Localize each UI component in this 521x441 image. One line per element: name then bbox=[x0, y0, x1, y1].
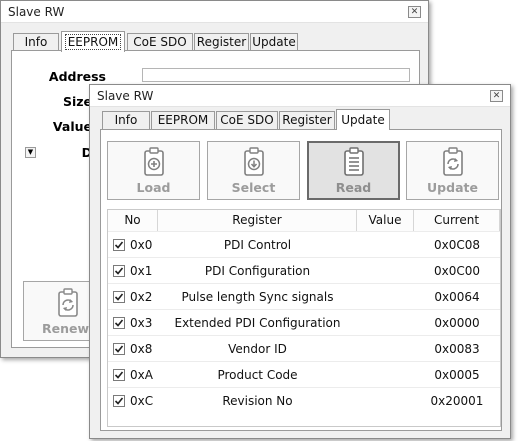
dropdown-arrow-button[interactable]: ▼ bbox=[25, 147, 36, 158]
update-button[interactable]: Update bbox=[406, 141, 499, 200]
register-table[interactable]: No Register Value Current 0x0 PDI Control… bbox=[107, 209, 501, 427]
cell-no: 0x8 bbox=[130, 342, 153, 356]
checkmark-icon bbox=[114, 319, 124, 327]
load-button-label: Load bbox=[136, 180, 171, 195]
cell-no: 0xA bbox=[130, 368, 153, 382]
back-window-titlebar[interactable]: Slave RW ✕ bbox=[1, 1, 428, 23]
table-row[interactable]: 0xA Product Code 0x0005 bbox=[108, 361, 500, 387]
cell-no: 0x2 bbox=[130, 290, 153, 304]
checkmark-icon bbox=[114, 371, 124, 379]
cell-register: Extended PDI Configuration bbox=[174, 316, 341, 330]
cell-current: 0x0C08 bbox=[433, 238, 481, 252]
cell-register: Product Code bbox=[217, 368, 298, 382]
select-button-label: Select bbox=[231, 180, 276, 195]
read-button-label: Read bbox=[335, 180, 372, 195]
table-row[interactable]: 0x1 PDI Configuration 0x0C00 bbox=[108, 257, 500, 283]
table-row[interactable]: 0x8 Vendor ID 0x0083 bbox=[108, 335, 500, 361]
list-clipboard-icon bbox=[343, 147, 364, 176]
column-header-no[interactable]: No bbox=[108, 210, 158, 231]
cell-current: 0x0083 bbox=[434, 342, 480, 356]
cell-no: 0x3 bbox=[130, 316, 153, 330]
back-tab-info[interactable]: Info bbox=[13, 33, 59, 51]
cell-value[interactable] bbox=[357, 284, 414, 310]
cell-value[interactable] bbox=[357, 310, 414, 336]
back-window-title: Slave RW bbox=[8, 5, 65, 19]
back-window-close-button[interactable]: ✕ bbox=[408, 6, 421, 18]
cell-no: 0x0 bbox=[130, 238, 153, 252]
cell-value[interactable] bbox=[357, 362, 414, 388]
cell-register: PDI Configuration bbox=[204, 264, 311, 278]
checkmark-icon bbox=[114, 241, 124, 249]
update-button-label: Update bbox=[427, 180, 478, 195]
cell-current: 0x0000 bbox=[434, 316, 480, 330]
front-tab-eeprom[interactable]: EEPROM bbox=[151, 111, 215, 129]
table-header: No Register Value Current bbox=[108, 210, 500, 231]
back-tab-eeprom[interactable]: EEPROM bbox=[61, 31, 125, 52]
cell-register: Vendor ID bbox=[228, 342, 287, 356]
add-clipboard-icon bbox=[143, 147, 164, 176]
cell-value[interactable] bbox=[357, 388, 414, 414]
load-button[interactable]: Load bbox=[107, 141, 200, 200]
row-checkbox[interactable] bbox=[113, 369, 125, 381]
table-row[interactable]: 0xC Revision No 0x20001 bbox=[108, 387, 500, 413]
cell-current: 0x0C00 bbox=[433, 264, 481, 278]
front-slave-rw-window: Slave RW ✕ Info EEPROM CoE SDO Register … bbox=[89, 84, 511, 439]
column-header-value[interactable]: Value bbox=[357, 210, 414, 231]
front-tab-info[interactable]: Info bbox=[102, 111, 150, 129]
cell-value[interactable] bbox=[357, 258, 414, 284]
cell-register: Pulse length Sync signals bbox=[181, 290, 334, 304]
refresh-clipboard-icon bbox=[442, 147, 463, 176]
front-tab-panel: Load Select Read Update No Register Valu… bbox=[100, 129, 502, 431]
back-tab-register[interactable]: Register bbox=[194, 33, 249, 51]
checkmark-icon bbox=[114, 397, 124, 405]
cell-value[interactable] bbox=[357, 232, 414, 258]
back-tab-update[interactable]: Update bbox=[250, 33, 298, 51]
column-header-current[interactable]: Current bbox=[414, 210, 500, 231]
select-button[interactable]: Select bbox=[207, 141, 300, 200]
front-tab-register[interactable]: Register bbox=[279, 111, 335, 129]
row-checkbox[interactable] bbox=[113, 317, 125, 329]
cell-value[interactable] bbox=[357, 336, 414, 362]
size-label: Size bbox=[62, 94, 92, 109]
table-row[interactable]: 0x0 PDI Control 0x0C08 bbox=[108, 231, 500, 257]
column-header-register[interactable]: Register bbox=[158, 210, 357, 231]
checkmark-icon bbox=[114, 267, 124, 275]
row-checkbox[interactable] bbox=[113, 239, 125, 251]
table-row[interactable]: 0x3 Extended PDI Configuration 0x0000 bbox=[108, 309, 500, 335]
cell-current: 0x0064 bbox=[434, 290, 480, 304]
cell-current: 0x20001 bbox=[430, 394, 484, 408]
address-label: Address bbox=[48, 69, 106, 84]
read-button[interactable]: Read bbox=[307, 141, 400, 200]
cell-current: 0x0005 bbox=[434, 368, 480, 382]
checkmark-icon bbox=[114, 293, 124, 301]
front-window-close-button[interactable]: ✕ bbox=[490, 90, 503, 102]
value-label: Value bbox=[52, 119, 92, 134]
download-clipboard-icon bbox=[243, 147, 264, 176]
front-window-title: Slave RW bbox=[97, 89, 154, 103]
cell-register: PDI Control bbox=[223, 238, 292, 252]
table-row[interactable]: 0x2 Pulse length Sync signals 0x0064 bbox=[108, 283, 500, 309]
cell-no: 0xC bbox=[130, 394, 154, 408]
refresh-clipboard-icon bbox=[58, 288, 78, 317]
back-tab-strip: Info EEPROM CoE SDO Register Update bbox=[11, 31, 311, 52]
cell-no: 0x1 bbox=[130, 264, 153, 278]
front-window-titlebar[interactable]: Slave RW ✕ bbox=[90, 85, 510, 107]
address-input[interactable] bbox=[142, 68, 410, 82]
checkmark-icon bbox=[114, 345, 124, 353]
cell-register: Revision No bbox=[222, 394, 293, 408]
row-checkbox[interactable] bbox=[113, 265, 125, 277]
back-tab-coe-sdo[interactable]: CoE SDO bbox=[127, 33, 193, 51]
row-checkbox[interactable] bbox=[113, 291, 125, 303]
front-tab-coe-sdo[interactable]: CoE SDO bbox=[216, 111, 278, 129]
row-checkbox[interactable] bbox=[113, 343, 125, 355]
front-tab-strip: Info EEPROM CoE SDO Register Update bbox=[100, 109, 400, 130]
row-checkbox[interactable] bbox=[113, 395, 125, 407]
front-tab-update[interactable]: Update bbox=[336, 109, 390, 130]
